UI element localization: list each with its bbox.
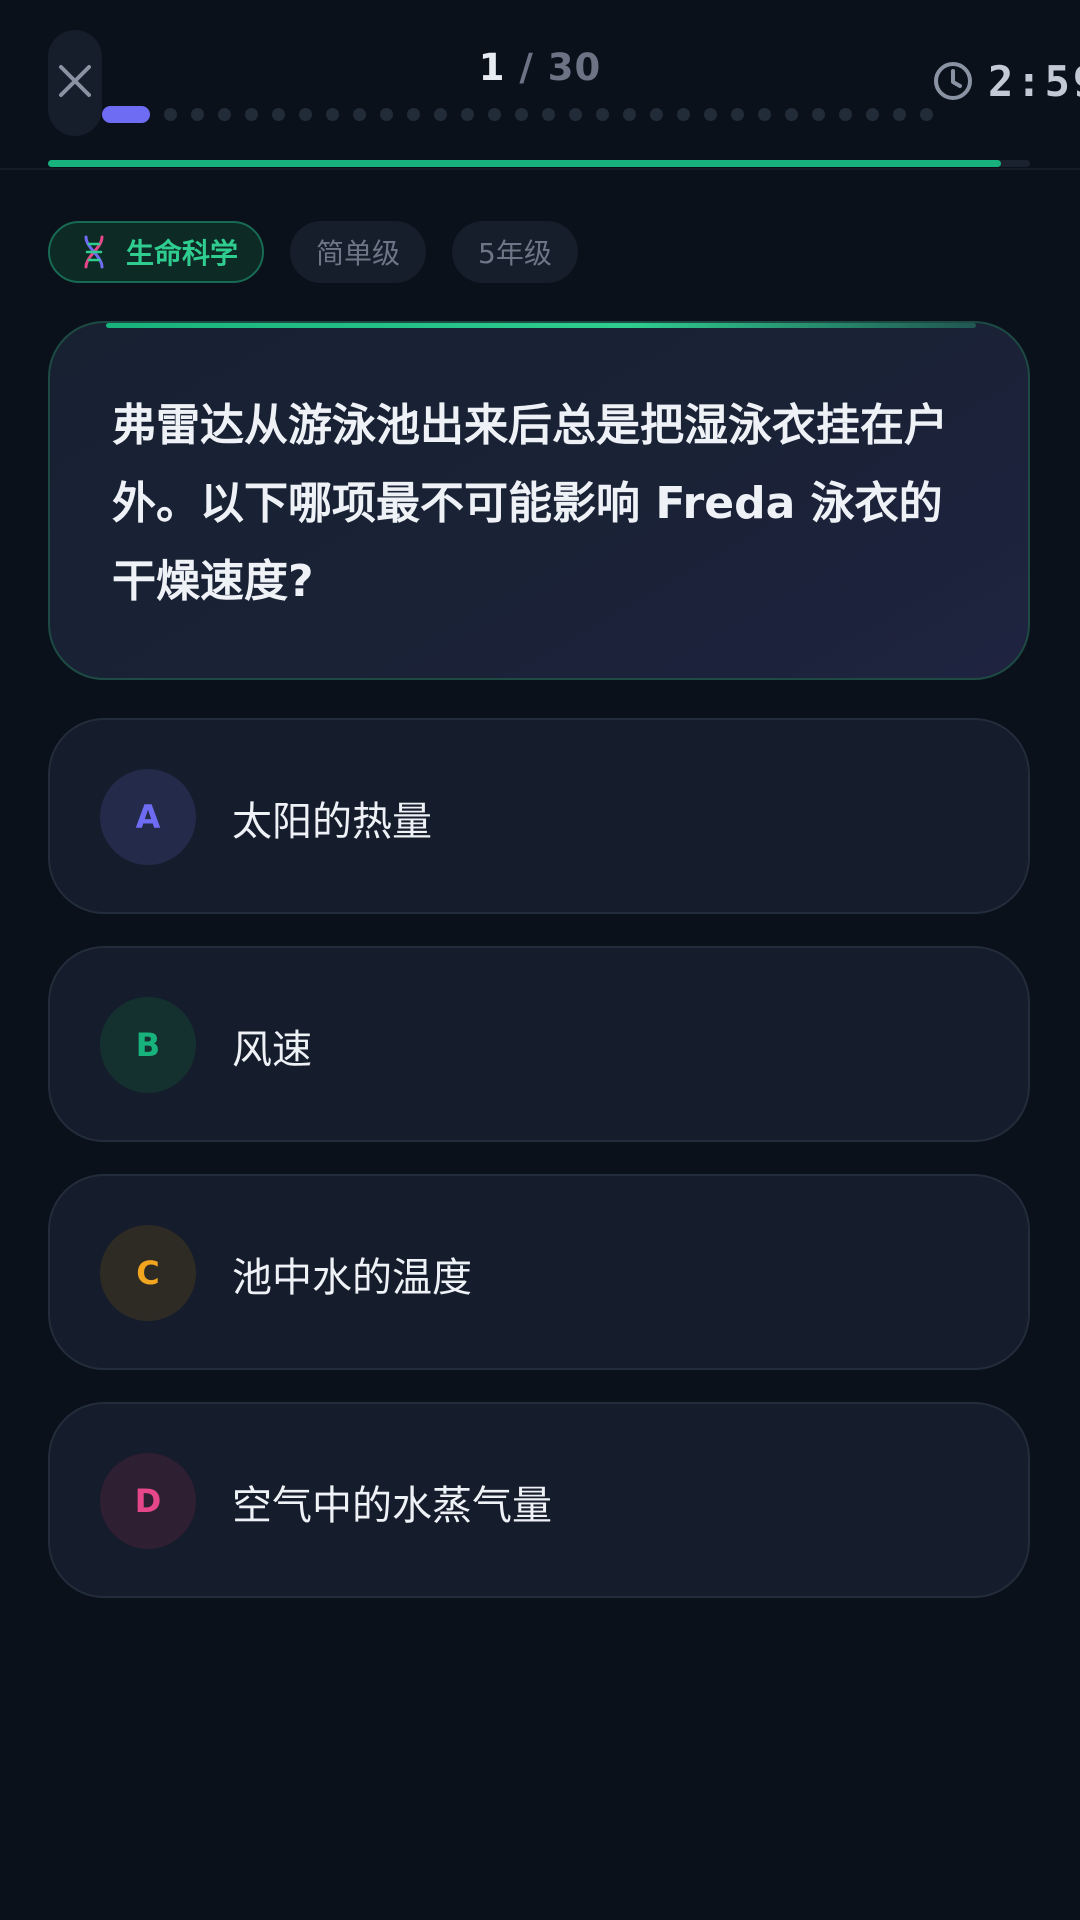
progress-bar-fill — [48, 160, 1001, 167]
question-tags: 生命科学 简单级 5年级 — [48, 221, 578, 283]
progress-dot — [380, 107, 393, 121]
progress-dot — [623, 107, 636, 121]
progress-dot — [812, 107, 825, 121]
option-b-text: 风速 — [232, 1027, 312, 1073]
quiz-screen: 1 / 30 2:59 生命科学 简单级 5年级 — [0, 0, 1080, 1920]
progress-dot — [488, 107, 501, 121]
progress-dot — [731, 107, 744, 121]
option-c-letter: C — [100, 1225, 196, 1321]
progress-dot — [191, 107, 204, 121]
progress-dot — [866, 107, 879, 121]
progress-dot — [434, 107, 447, 121]
option-a[interactable]: A 太阳的热量 — [48, 718, 1030, 914]
progress-dot — [326, 107, 339, 121]
total-question-count: 30 — [547, 46, 602, 89]
timer-text: 2:59 — [988, 56, 1080, 106]
progress-dot — [920, 107, 933, 121]
progress-dot — [839, 107, 852, 121]
option-c-text: 池中水的温度 — [232, 1255, 472, 1301]
progress-dot — [299, 107, 312, 121]
progress-dot — [515, 107, 528, 121]
countdown-timer: 2:59 — [932, 56, 1080, 106]
question-card-accent — [106, 323, 976, 328]
dna-icon — [84, 235, 104, 269]
progress-dot — [677, 107, 690, 121]
progress-dot — [407, 107, 420, 121]
option-c[interactable]: C 池中水的温度 — [48, 1174, 1030, 1370]
option-d[interactable]: D 空气中的水蒸气量 — [48, 1402, 1030, 1598]
question-counter: 1 / 30 — [0, 46, 1080, 89]
progress-dot — [542, 107, 555, 121]
subject-label: 生命科学 — [126, 237, 239, 270]
progress-dot — [704, 107, 717, 121]
progress-bar — [48, 160, 1030, 167]
progress-dot — [596, 107, 609, 121]
option-d-letter: D — [100, 1453, 196, 1549]
question-text: 弗雷达从游泳池出来后总是把湿泳衣挂在户外。以下哪项最不可能影响 Freda 泳衣… — [112, 400, 948, 607]
grade-tag: 5年级 — [452, 221, 578, 283]
progress-dot — [353, 107, 366, 121]
quiz-header: 1 / 30 2:59 — [0, 0, 1080, 168]
progress-dot — [650, 107, 663, 121]
progress-dot — [758, 107, 771, 121]
header-divider — [0, 168, 1080, 170]
progress-dot — [569, 107, 582, 121]
question-card: 弗雷达从游泳池出来后总是把湿泳衣挂在户外。以下哪项最不可能影响 Freda 泳衣… — [48, 321, 1030, 680]
progress-dot — [893, 107, 906, 121]
option-a-text: 太阳的热量 — [232, 799, 432, 845]
option-a-letter: A — [100, 769, 196, 865]
progress-dot — [272, 107, 285, 121]
counter-separator: / — [519, 46, 534, 89]
difficulty-tag: 简单级 — [290, 221, 427, 283]
progress-dot — [164, 107, 177, 121]
option-d-text: 空气中的水蒸气量 — [232, 1483, 552, 1529]
subject-tag: 生命科学 — [48, 221, 265, 283]
progress-dot — [245, 107, 258, 121]
option-b-letter: B — [100, 997, 196, 1093]
clock-icon — [934, 62, 972, 100]
progress-dot — [218, 107, 231, 121]
progress-dot — [785, 107, 798, 121]
current-question-number: 1 — [478, 46, 506, 89]
option-b[interactable]: B 风速 — [48, 946, 1030, 1142]
progress-dot — [461, 107, 474, 121]
question-progress-dots — [102, 104, 933, 124]
progress-dot-current — [102, 105, 150, 123]
